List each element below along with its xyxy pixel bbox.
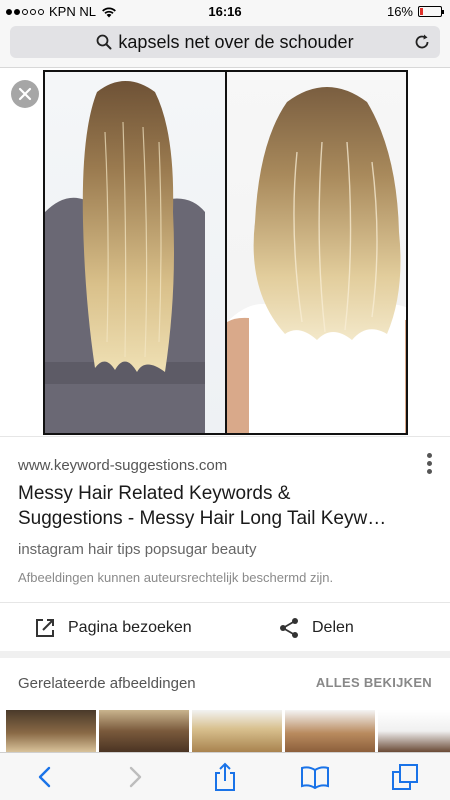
search-icon [97,34,112,50]
bookmarks-icon [301,765,329,789]
forward-button[interactable] [113,755,157,799]
share-label: Delen [312,618,354,636]
share-icon [280,617,298,638]
image-panel-right [226,72,406,433]
copyright-notice: Afbeeldingen kunnen auteursrechtelijk be… [18,570,334,585]
status-right: 16% [386,4,444,19]
result-image[interactable] [43,70,408,435]
search-query[interactable]: kapsels net over de schouder [118,32,353,53]
address-area: kapsels net over de schouder [0,22,450,68]
battery-icon [418,6,444,17]
related-thumbnails [6,710,450,752]
close-button[interactable] [11,80,39,108]
result-domain[interactable]: www.keyword-suggestions.com [18,457,227,474]
back-icon [38,766,51,787]
clock: 16:16 [208,4,242,19]
related-images-section: Gerelateerde afbeeldingen ALLES BEKIJKEN [0,658,450,752]
bookmarks-button[interactable] [293,755,337,799]
visit-page-button[interactable]: Pagina bezoeken [0,603,206,652]
visit-page-label: Pagina bezoeken [68,618,192,636]
result-tags: instagram hair tips popsugar beauty [18,541,257,558]
reload-icon[interactable] [412,32,432,52]
address-bar[interactable]: kapsels net over de schouder [10,26,440,58]
related-images-title: Gerelateerde afbeeldingen [18,675,196,692]
result-card: www.keyword-suggestions.com Messy Hair R… [0,436,450,651]
browser-toolbar [0,752,450,800]
open-in-new-icon [36,618,54,637]
share-button[interactable]: Delen [206,603,450,652]
share-sheet-button[interactable] [203,755,247,799]
image-viewer [0,68,450,436]
image-panel-left [45,72,225,433]
result-title[interactable]: Messy Hair Related Keywords & Suggestion… [18,481,418,531]
back-button[interactable] [23,755,67,799]
battery-level [420,8,423,15]
related-thumbnail[interactable] [285,710,375,752]
forward-icon [129,766,142,787]
tabs-icon [392,763,418,790]
related-thumbnail[interactable] [99,710,189,752]
related-thumbnail[interactable] [378,710,450,752]
related-thumbnail[interactable] [6,710,96,752]
close-icon [18,87,32,101]
hair-back-long-illustration [45,81,205,433]
result-title-line1[interactable]: Messy Hair Related Keywords & [18,483,290,504]
status-bar: KPN NL 16:16 16% [0,0,450,22]
related-thumbnail[interactable] [192,710,282,752]
more-vert-icon[interactable] [427,453,432,474]
battery-percent: 16% [386,4,413,19]
see-all-button[interactable]: ALLES BEKIJKEN [316,675,432,690]
tabs-button[interactable] [383,755,427,799]
result-title-line2[interactable]: Suggestions - Messy Hair Long Tail Keyw… [18,506,418,531]
share-sheet-icon [215,762,235,791]
result-actions: Pagina bezoeken Delen [0,603,450,652]
hair-back-medium-illustration [226,87,406,433]
